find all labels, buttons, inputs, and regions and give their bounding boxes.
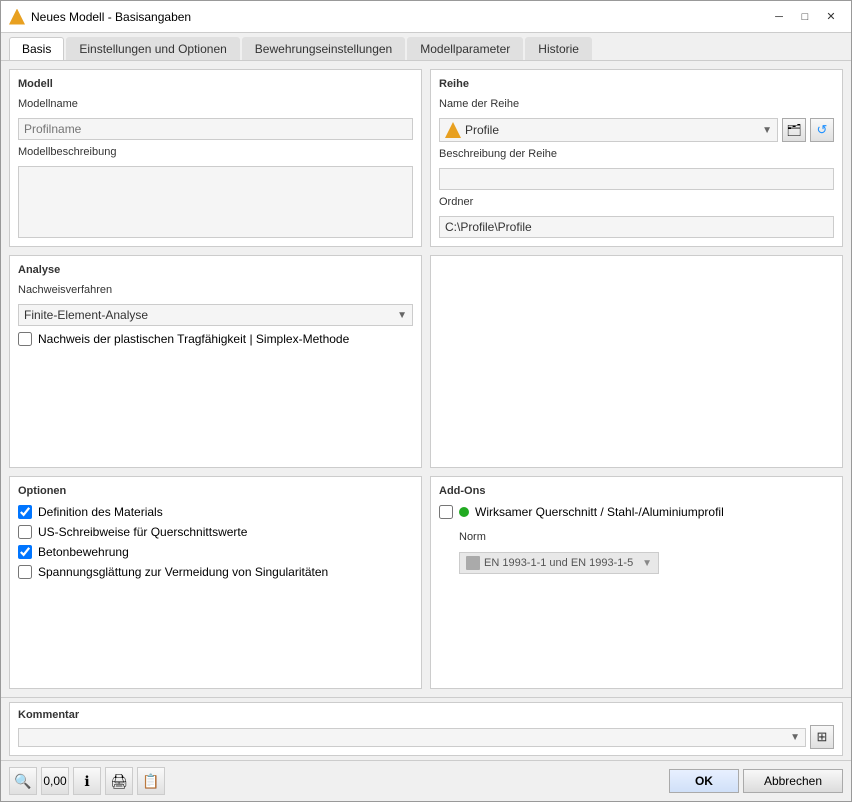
addons-title: Add-Ons [439, 485, 834, 497]
reihe-name-value: Profile [465, 123, 499, 137]
option-checkbox-1[interactable] [18, 525, 32, 539]
norm-label: Norm [459, 531, 834, 543]
analyse-title: Analyse [18, 264, 413, 276]
option-row-3: Spannungsglättung zur Vermeidung von Sin… [18, 565, 413, 579]
reihe-name-label: Name der Reihe [439, 98, 834, 110]
print-button[interactable]: 🖨 [105, 767, 133, 795]
reihe-title: Reihe [439, 78, 834, 90]
maximize-button[interactable]: □ [793, 7, 817, 27]
option-label-3: Spannungsglättung zur Vermeidung von Sin… [38, 565, 328, 579]
tabs-bar: Basis Einstellungen und Optionen Bewehru… [1, 33, 851, 61]
folder-icon: 🗂 [786, 123, 801, 137]
modellbeschreibung-label: Modellbeschreibung [18, 146, 413, 158]
reihe-name-row: Profile ▼ 🗂 ↺ [439, 118, 834, 142]
analyse-right-panel [430, 255, 843, 468]
green-dot-icon [459, 507, 469, 517]
optionen-panel: Optionen Definition des Materials US-Sch… [9, 476, 422, 689]
copy-button[interactable]: 📋 [137, 767, 165, 795]
tab-basis[interactable]: Basis [9, 37, 64, 60]
option-checkbox-2[interactable] [18, 545, 32, 559]
option-label-0: Definition des Materials [38, 505, 163, 519]
kommentar-chevron-icon: ▼ [790, 732, 800, 743]
addons-panel: Add-Ons Wirksamer Querschnitt / Stahl-/A… [430, 476, 843, 689]
search-icon: 🔍 [14, 773, 31, 790]
addon-label-0: Wirksamer Querschnitt / Stahl-/Aluminium… [475, 505, 724, 519]
norm-dropdown: EN 1993-1-1 und EN 1993-1-5 ▼ [459, 552, 659, 574]
nachweisverfahren-chevron: ▼ [397, 310, 407, 321]
middle-row: Analyse Nachweisverfahren Finite-Element… [9, 255, 843, 468]
bottom-row: Optionen Definition des Materials US-Sch… [9, 476, 843, 689]
info-icon: ℹ [84, 773, 89, 790]
kommentar-section: Kommentar ▼ ⊞ [1, 697, 851, 760]
reihe-name-icon: Profile [445, 122, 499, 138]
print-icon: 🖨 [110, 773, 128, 790]
main-content: Modell Modellname Modellbeschreibung Rei… [1, 61, 851, 697]
option-row-0: Definition des Materials [18, 505, 413, 519]
chevron-down-icon: ▼ [762, 125, 772, 136]
option-label-1: US-Schreibweise für Querschnittswerte [38, 525, 247, 539]
search-bottom-button[interactable]: 🔍 [9, 767, 37, 795]
reihe-icon [445, 122, 461, 138]
option-checkbox-0[interactable] [18, 505, 32, 519]
info-button[interactable]: ℹ [73, 767, 101, 795]
option-row-1: US-Schreibweise für Querschnittswerte [18, 525, 413, 539]
norm-chevron-icon: ▼ [642, 558, 652, 569]
reihe-beschreibung-input[interactable] [439, 168, 834, 190]
tab-bewehrung[interactable]: Bewehrungseinstellungen [242, 37, 405, 60]
copy-icon: 📋 [142, 773, 159, 790]
reihe-beschreibung-label: Beschreibung der Reihe [439, 148, 834, 160]
norm-value: EN 1993-1-1 und EN 1993-1-5 [484, 557, 633, 569]
reihe-browse-button[interactable]: 🗂 [782, 118, 806, 142]
close-button[interactable]: ✕ [819, 7, 843, 27]
modellbeschreibung-input[interactable] [18, 166, 413, 238]
option-label-2: Betonbewehrung [38, 545, 129, 559]
reihe-name-select[interactable]: Profile ▼ [439, 118, 778, 142]
ordner-label: Ordner [439, 196, 834, 208]
modellname-label: Modellname [18, 98, 413, 110]
norm-select-row: EN 1993-1-1 und EN 1993-1-5 ▼ [459, 552, 834, 574]
titlebar: Neues Modell - Basisangaben ─ □ ✕ [1, 1, 851, 33]
tab-einstellungen[interactable]: Einstellungen und Optionen [66, 37, 239, 60]
kommentar-input-row: ▼ ⊞ [18, 725, 834, 749]
kommentar-label: Kommentar [18, 709, 834, 721]
window-controls: ─ □ ✕ [767, 7, 843, 27]
reihe-panel: Reihe Name der Reihe Profile ▼ 🗂 ↺ [430, 69, 843, 247]
option-row-2: Betonbewehrung [18, 545, 413, 559]
optionen-title: Optionen [18, 485, 413, 497]
plus-icon: ⊞ [817, 729, 828, 745]
calculator-icon: 0,00 [43, 774, 66, 788]
tab-modellparameter[interactable]: Modellparameter [407, 37, 523, 60]
analyse-panel: Analyse Nachweisverfahren Finite-Element… [9, 255, 422, 468]
top-row: Modell Modellname Modellbeschreibung Rei… [9, 69, 843, 247]
nachweisverfahren-value: Finite-Element-Analyse [24, 308, 148, 322]
window-title: Neues Modell - Basisangaben [31, 10, 767, 24]
bottom-bar: 🔍 0,00 ℹ 🖨 📋 OK Abbrechen [1, 760, 851, 801]
option-checkbox-3[interactable] [18, 565, 32, 579]
calculator-button[interactable]: 0,00 [41, 767, 69, 795]
minimize-button[interactable]: ─ [767, 7, 791, 27]
addon-row-0: Wirksamer Querschnitt / Stahl-/Aluminium… [439, 505, 834, 519]
main-window: Neues Modell - Basisangaben ─ □ ✕ Basis … [0, 0, 852, 802]
modell-title: Modell [18, 78, 413, 90]
kommentar-dropdown[interactable]: ▼ [18, 728, 806, 747]
kommentar-add-button[interactable]: ⊞ [810, 725, 834, 749]
abbrechen-button[interactable]: Abbrechen [743, 769, 843, 793]
plastisch-label: Nachweis der plastischen Tragfähigkeit |… [38, 332, 349, 346]
nachweisverfahren-label: Nachweisverfahren [18, 284, 413, 296]
kommentar-panel: Kommentar ▼ ⊞ [9, 702, 843, 756]
norm-icon [466, 556, 480, 570]
plastisch-row: Nachweis der plastischen Tragfähigkeit |… [18, 332, 413, 346]
app-icon [9, 9, 25, 25]
plastisch-checkbox[interactable] [18, 332, 32, 346]
modell-panel: Modell Modellname Modellbeschreibung [9, 69, 422, 247]
ordner-input[interactable] [439, 216, 834, 238]
ok-button[interactable]: OK [669, 769, 739, 793]
nachweisverfahren-select[interactable]: Finite-Element-Analyse ▼ [18, 304, 413, 326]
addon-checkbox-0[interactable] [439, 505, 453, 519]
modellname-input[interactable] [18, 118, 413, 140]
tab-historie[interactable]: Historie [525, 37, 592, 60]
refresh-icon: ↺ [817, 122, 828, 138]
reihe-refresh-button[interactable]: ↺ [810, 118, 834, 142]
